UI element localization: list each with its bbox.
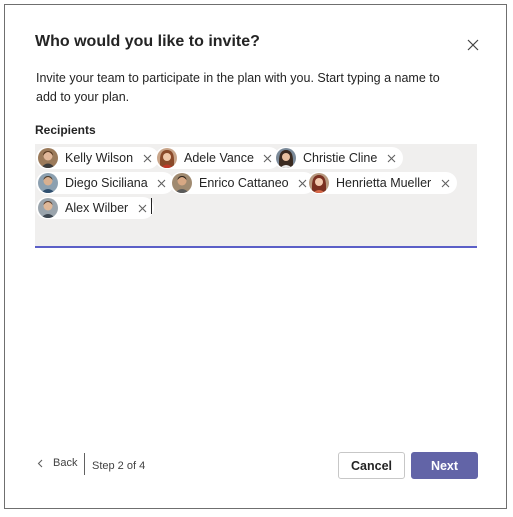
recipient-chip[interactable]: Diego Siciliana [36,172,174,194]
next-button[interactable]: Next [411,452,478,479]
close-button[interactable] [463,35,483,55]
avatar [172,173,192,193]
remove-recipient-button[interactable] [439,177,451,189]
close-icon [138,204,147,212]
close-icon [441,179,450,187]
avatar [309,173,329,193]
recipient-chip[interactable]: Kelly Wilson [36,147,160,169]
recipient-chip[interactable]: Christie Cline [274,147,404,169]
close-icon [143,154,151,162]
recipient-chip[interactable]: Alex Wilber [36,197,155,219]
recipient-chip[interactable]: Henrietta Mueller [307,172,458,194]
recipients-label: Recipients [35,123,96,137]
remove-recipient-button[interactable] [262,152,274,164]
avatar [38,148,58,168]
dialog-title: Who would you like to invite? [35,33,260,50]
chevron-left-icon [37,459,43,468]
close-icon [264,154,272,162]
avatar [38,173,58,193]
step-indicator: Step 2 of 4 [92,460,146,472]
remove-recipient-button[interactable] [156,177,168,189]
invite-dialog: Who would you like to invite? Invite you… [4,4,507,509]
dialog-description: Invite your team to participate in the p… [36,71,440,104]
remove-recipient-button[interactable] [136,202,148,214]
close-icon [387,154,396,162]
avatar [276,148,296,168]
remove-recipient-button[interactable] [141,152,153,164]
recipient-chip[interactable]: Enrico Cattaneo [170,172,315,194]
close-icon [157,179,166,187]
cancel-button[interactable]: Cancel [338,452,405,479]
recipient-name: Diego Siciliana [65,176,148,190]
recipient-name: Christie Cline [303,151,378,165]
recipient-chip[interactable]: Adele Vance [155,147,280,169]
recipient-name: Adele Vance [184,151,254,165]
recipient-name: Kelly Wilson [65,151,134,165]
avatar [157,148,177,168]
recipient-name: Alex Wilber [65,201,129,215]
text-cursor [151,198,152,214]
remove-recipient-button[interactable] [385,152,397,164]
back-label: Back [53,457,78,469]
footer-divider [84,453,85,475]
recipient-name: Enrico Cattaneo [199,176,289,190]
recipient-name: Henrietta Mueller [336,176,432,190]
avatar [38,198,58,218]
close-icon [298,179,307,187]
close-icon [467,39,479,51]
back-button[interactable]: Back [37,457,77,469]
